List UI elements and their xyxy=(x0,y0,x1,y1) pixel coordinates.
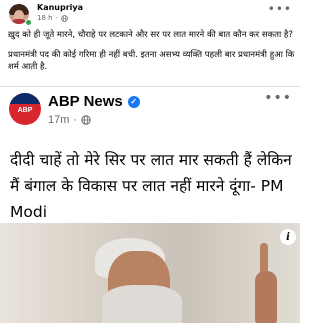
shared-timestamp[interactable]: 17m xyxy=(48,114,69,126)
online-status-icon xyxy=(25,19,32,26)
post-meta: 18 h · xyxy=(37,14,68,22)
shared-meta-separator: · xyxy=(73,114,78,126)
post-timestamp[interactable]: 18 h xyxy=(37,14,53,22)
meta-separator: · xyxy=(55,14,58,22)
globe-icon xyxy=(61,14,68,22)
author-name[interactable]: Kanupriya xyxy=(37,3,83,12)
shared-post-header: ABP ABP News ✓ 17m · ••• xyxy=(0,87,300,141)
shared-page-name-row: ABP News ✓ xyxy=(48,93,140,110)
verified-badge-icon: ✓ xyxy=(127,95,140,108)
abp-news-logo[interactable]: ABP xyxy=(9,93,41,125)
shared-post-photo[interactable]: i xyxy=(0,223,300,323)
shared-more-options-icon[interactable]: ••• xyxy=(264,91,292,105)
post-text-paragraph-1: ख़ुद को ही जूते मारने, चौराहे पर लटकाने … xyxy=(8,30,293,40)
logo-text: ABP xyxy=(17,107,33,114)
post-text-paragraph-2: प्रधानमंत्री पद की कोई गरिमा ही नहीं बची… xyxy=(8,49,295,73)
more-options-icon[interactable]: ••• xyxy=(268,3,292,15)
shared-post-meta: 17m · xyxy=(48,114,91,126)
shared-headline: दीदी चाहें तो मेरे सिर पर लात मार सकती ह… xyxy=(10,151,292,221)
photo-hand xyxy=(255,271,277,323)
info-icon[interactable]: i xyxy=(280,229,296,245)
post-body: ख़ुद को ही जूते मारने, चौराहे पर लटकाने … xyxy=(8,29,296,81)
photo-beard xyxy=(102,285,182,323)
globe-icon xyxy=(81,115,91,125)
shared-page-name[interactable]: ABP News xyxy=(48,93,123,110)
shared-post-card[interactable]: ABP ABP News ✓ 17m · ••• दीदी चाहें तो म… xyxy=(0,86,300,323)
logo-band xyxy=(9,93,41,104)
post-header: Kanupriya 18 h · ••• xyxy=(0,0,300,28)
